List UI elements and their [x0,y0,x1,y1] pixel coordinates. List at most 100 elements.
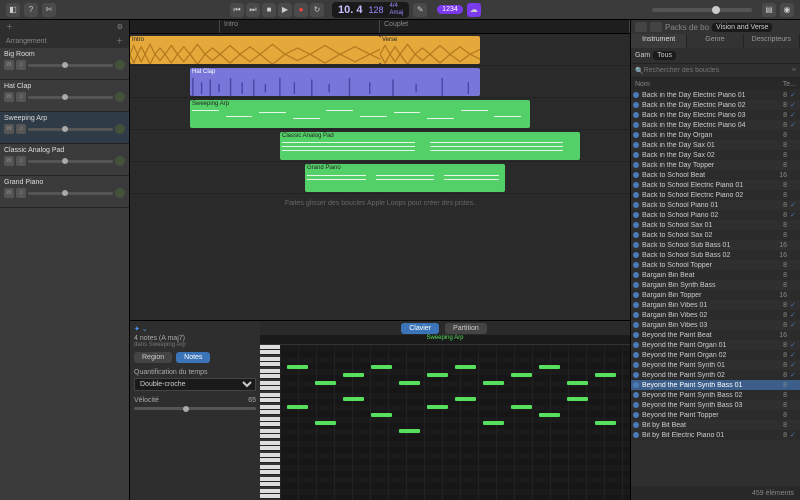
notepad-button[interactable]: ▤ [762,3,776,17]
piano-roll[interactable]: Clavier Partition Sweeping Arp [260,321,630,500]
headphone-button[interactable]: ♫ [16,188,26,198]
loop-search-input[interactable] [644,67,792,74]
audio-region-verse[interactable]: Verse [380,36,480,64]
midi-region-piano[interactable]: Grand Piano [305,164,505,192]
favorite-check-icon[interactable]: ✓ [790,361,798,369]
loop-row[interactable]: Beyond the Paint Beat16 [631,330,800,340]
loop-view-icon[interactable] [650,22,662,32]
loop-row[interactable]: Bit by Bit Beat8 [631,420,800,430]
track-header[interactable]: Sweeping Arpm♫ [0,112,129,144]
editor-ruler[interactable]: Sweeping Arp [260,335,630,345]
favorite-check-icon[interactable]: ✓ [790,91,798,99]
mute-button[interactable]: m [4,156,14,166]
favorite-check-icon[interactable]: ✓ [790,371,798,379]
loop-row[interactable]: Bargain Bin Vibes 028✓ [631,310,800,320]
loop-row[interactable]: Back to School Sax 018 [631,220,800,230]
loop-row[interactable]: Beyond the Paint Synth 018✓ [631,360,800,370]
track-header[interactable]: Grand Pianom♫ [0,176,129,208]
track-header-menu-icon[interactable]: ⚙ [117,23,123,31]
loop-row[interactable]: Beyond the Paint Synth Bass 018 [631,380,800,390]
scale-select[interactable]: Tous [653,51,676,60]
mute-button[interactable]: m [4,188,14,198]
browser-tab-instrument[interactable]: Instrument [631,34,687,48]
loop-row[interactable]: Bit by Bit Electric Piano 018✓ [631,430,800,440]
inspector-tab-notes[interactable]: Notes [176,352,210,363]
timeline-ruler[interactable]: Intro Couplet [130,20,630,34]
favorite-check-icon[interactable]: ✓ [790,351,798,359]
loop-row[interactable]: Beyond the Paint Synth 028✓ [631,370,800,380]
loop-row[interactable]: Back in the Day Topper8 [631,160,800,170]
midi-region-arp[interactable]: Sweeping Arp [190,100,530,128]
loop-row[interactable]: Back to School Piano 028✓ [631,210,800,220]
piano-keys[interactable] [260,345,280,500]
volume-fader[interactable] [28,96,113,99]
track-header[interactable]: Big Roomm♫ [0,48,129,80]
arrange-area[interactable]: Intro Verse Hat Clap Sweeping Arp [130,34,630,320]
inspector-wand-icon[interactable]: ✦ ⌄ [134,325,256,333]
lcd-display[interactable]: 10. 4 128 4/4 Amaj [332,2,409,18]
velocity-slider[interactable] [134,407,256,410]
midi-region-pad[interactable]: Classic Analog Pad [280,132,580,160]
volume-fader[interactable] [28,64,113,67]
track-header[interactable]: Classic Analog Padm♫ [0,144,129,176]
mute-button[interactable]: m [4,60,14,70]
add-track-button[interactable]: ＋ [6,22,13,32]
play-button[interactable]: ▶ [278,3,292,17]
loop-row[interactable]: Beyond the Paint Synth Bass 038 [631,400,800,410]
loop-row[interactable]: Back to School Sub Bass 0116 [631,240,800,250]
favorite-check-icon[interactable]: ✓ [790,111,798,119]
master-fx-button[interactable]: ☁ [467,3,481,17]
volume-fader[interactable] [28,192,113,195]
master-volume-slider[interactable] [652,8,752,12]
headphone-button[interactable]: ♫ [16,60,26,70]
loop-row[interactable]: Back to School Sax 028 [631,230,800,240]
library-button[interactable]: ◧ [6,3,20,17]
inspector-tab-region[interactable]: Region [134,352,172,363]
col-name[interactable]: Nom [635,81,650,88]
loop-browser-button[interactable]: ◉ [780,3,794,17]
loop-row[interactable]: Back in the Day Electric Piano 038✓ [631,110,800,120]
favorite-check-icon[interactable]: ✓ [790,431,798,439]
favorite-check-icon[interactable]: ✓ [790,121,798,129]
search-menu-icon[interactable]: ≡ [792,67,796,74]
pan-knob[interactable] [115,124,125,134]
view-tab-partition[interactable]: Partition [445,323,487,334]
loop-row[interactable]: Beyond the Paint Synth Bass 028 [631,390,800,400]
loop-row[interactable]: Back in the Day Electric Piano 028✓ [631,100,800,110]
loop-row[interactable]: Back to School Beat16 [631,170,800,180]
favorite-check-icon[interactable]: ✓ [790,311,798,319]
loop-row[interactable]: Back to School Electric Piano 018 [631,180,800,190]
pack-select[interactable]: Vision and Verse [712,23,772,32]
audio-region-intro[interactable]: Intro [130,36,380,64]
favorite-check-icon[interactable]: ✓ [790,341,798,349]
tuner-button[interactable]: ✎ [413,3,427,17]
favorite-check-icon[interactable]: ✓ [790,201,798,209]
col-beats[interactable]: Te... [783,81,796,88]
loop-row[interactable]: Back to School Electric Piano 028 [631,190,800,200]
arrangement-marker-couplet[interactable]: Couplet [380,20,630,33]
stop-button[interactable]: ■ [262,3,276,17]
scissors-button[interactable]: ✄ [42,3,56,17]
loop-row[interactable]: Bargain Bin Topper16 [631,290,800,300]
quantize-select[interactable]: Double-croche [134,378,256,391]
browser-tab-descriptors[interactable]: Descripteurs [744,34,800,48]
note-grid[interactable] [280,345,630,500]
loop-row[interactable]: Bargain Bin Beat8 [631,270,800,280]
loop-row[interactable]: Back to School Topper8 [631,260,800,270]
loop-row[interactable]: Bargain Bin Vibes 018✓ [631,300,800,310]
rewind-button[interactable]: ⏮ [230,3,244,17]
loop-row[interactable]: Bargain Bin Synth Bass8 [631,280,800,290]
quick-help-button[interactable]: ? [24,3,38,17]
loop-row[interactable]: Beyond the Paint Topper8 [631,410,800,420]
loop-list[interactable]: Back in the Day Electric Piano 018✓Back … [631,90,800,486]
loop-row[interactable]: Back to School Piano 018✓ [631,200,800,210]
headphone-button[interactable]: ♫ [16,156,26,166]
favorite-check-icon[interactable]: ✓ [790,301,798,309]
audio-region-hatclap[interactable]: Hat Clap [190,68,480,96]
loop-row[interactable]: Back in the Day Sax 018 [631,140,800,150]
pan-knob[interactable] [115,156,125,166]
volume-fader[interactable] [28,128,113,131]
loop-row[interactable]: Back in the Day Organ8 [631,130,800,140]
favorite-check-icon[interactable]: ✓ [790,211,798,219]
track-header[interactable]: Hat Clapm♫ [0,80,129,112]
